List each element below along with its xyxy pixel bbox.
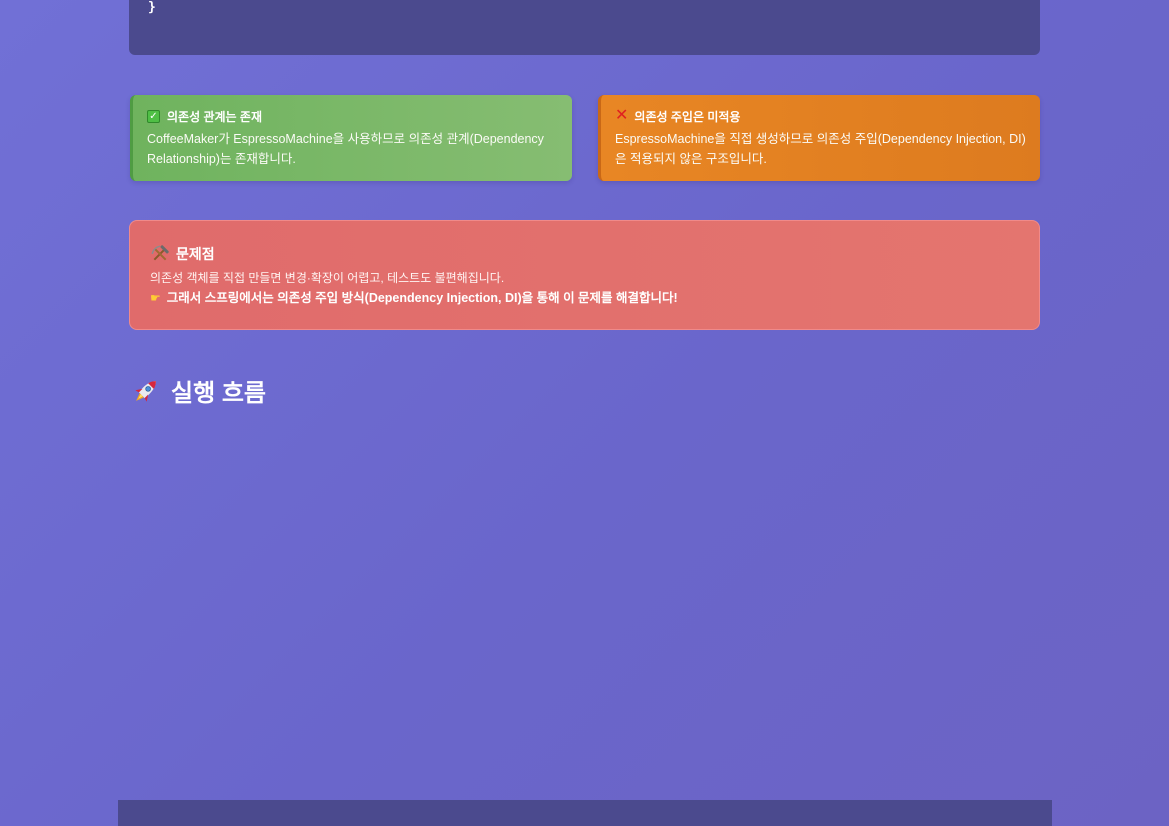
injection-not-applied-body: EspressoMachine을 직접 생성하므로 의존성 주입(Depende…	[615, 132, 1026, 166]
injection-not-applied-title-row: ✕ 의존성 주입은 미적용	[615, 108, 1026, 124]
hammer-pick-icon	[150, 244, 170, 264]
pointing-hand-icon: ☛	[150, 291, 161, 305]
rocket-icon	[130, 375, 162, 407]
code-closing-brace: }	[148, 0, 156, 15]
problem-note-row: ☛ 그래서 스프링에서는 의존성 주입 방식(Dependency Inject…	[150, 290, 1019, 306]
next-block	[118, 800, 1052, 826]
injection-not-applied-card: ✕ 의존성 주입은 미적용 EspressoMachine을 직접 생성하므로 …	[598, 95, 1040, 181]
problem-box: 문제점 의존성 객체를 직접 만들면 변경·확장이 어렵고, 테스트도 불편해집…	[129, 220, 1040, 330]
injection-not-applied-title: 의존성 주입은 미적용	[634, 109, 741, 124]
dependency-exists-title: 의존성 관계는 존재	[167, 109, 262, 124]
dependency-exists-body: CoffeeMaker가 EspressoMachine을 사용하므로 의존성 …	[147, 132, 544, 166]
dependency-exists-card: ✓ 의존성 관계는 존재 CoffeeMaker가 EspressoMachin…	[130, 95, 572, 181]
problem-title: 문제점	[176, 246, 215, 262]
problem-note: 그래서 스프링에서는 의존성 주입 방식(Dependency Injectio…	[166, 291, 678, 305]
check-mark-icon: ✓	[147, 109, 160, 123]
code-block: }	[129, 0, 1040, 55]
problem-title-row: 문제점	[150, 243, 1019, 265]
dependency-exists-title-row: ✓ 의존성 관계는 존재	[147, 108, 558, 124]
cross-mark-icon: ✕	[615, 107, 629, 124]
problem-description: 의존성 객체를 직접 만들면 변경·확장이 어렵고, 테스트도 불편해집니다.	[150, 271, 505, 285]
section-heading: 실행 흐름	[130, 373, 266, 408]
section-title: 실행 흐름	[171, 380, 266, 407]
